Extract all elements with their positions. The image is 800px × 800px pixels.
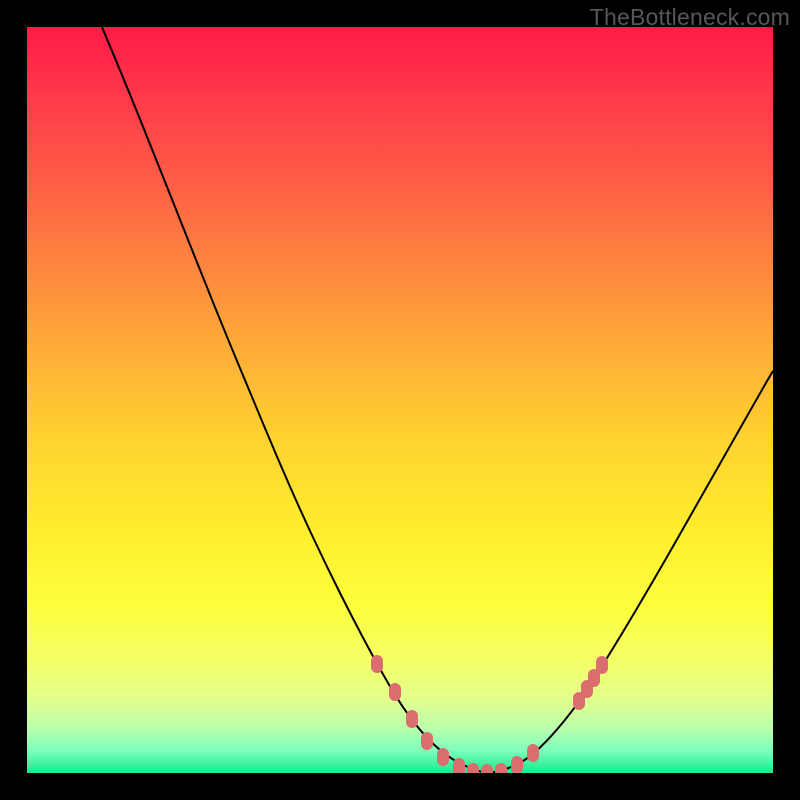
marker-dot — [596, 656, 608, 674]
marker-dot — [437, 748, 449, 766]
plot-svg — [27, 27, 773, 773]
gradient-background — [27, 27, 773, 773]
marker-dot — [527, 744, 539, 762]
chart-frame: TheBottleneck.com — [0, 0, 800, 800]
marker-dot — [453, 758, 465, 773]
watermark-text: TheBottleneck.com — [590, 4, 790, 31]
marker-dot — [406, 710, 418, 728]
marker-dot — [371, 655, 383, 673]
marker-dot — [511, 756, 523, 773]
marker-dot — [389, 683, 401, 701]
marker-dot — [421, 732, 433, 750]
plot-area — [27, 27, 773, 773]
